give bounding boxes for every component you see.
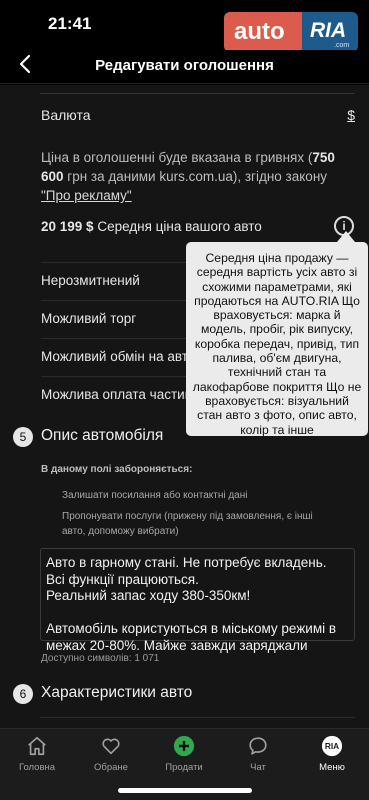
chars-left: Доступно символів: 1 071 <box>41 653 160 664</box>
tooltip-arrow <box>337 231 355 242</box>
average-price-tooltip: Середня ціна продажу — середня вартість … <box>186 242 368 437</box>
tab-favorites-label: Обране <box>94 762 128 773</box>
tab-home[interactable]: Головна <box>2 735 72 773</box>
currency-label: Валюта <box>41 107 91 123</box>
tab-menu[interactable]: RIA Меню <box>297 735 367 773</box>
logo-ria-text: RIA <box>302 12 358 52</box>
forbidden-item: Залишати посилання або контактні дані <box>62 490 248 501</box>
divider <box>40 717 355 718</box>
tab-chat-label: Чат <box>250 762 266 773</box>
average-price-amount: 20 199 $ <box>41 219 94 234</box>
logo-auto-text: auto <box>224 12 304 52</box>
tab-sell-label: Продати <box>165 762 203 773</box>
tab-chat[interactable]: Чат <box>223 735 293 773</box>
tab-home-label: Головна <box>18 762 56 773</box>
section-title-characteristics: Характеристики авто <box>41 684 193 701</box>
page-title: Редагувати оголошення <box>95 57 274 74</box>
currency-select[interactable]: $ <box>347 107 355 123</box>
divider <box>40 93 355 94</box>
nav-bar: Редагувати оголошення <box>0 50 369 84</box>
tab-favorites[interactable]: Обране <box>76 735 146 773</box>
tab-sell[interactable]: Продати <box>149 735 219 773</box>
ria-menu-icon: RIA <box>321 735 343 757</box>
section-number-6: 6 <box>13 684 33 704</box>
home-icon <box>28 736 46 756</box>
plus-circle-icon <box>173 735 195 757</box>
heart-icon <box>102 738 120 755</box>
description-text: Авто в гарному стані. Не потребує вкладе… <box>46 555 337 653</box>
home-indicator <box>118 788 252 793</box>
status-time: 21:41 <box>48 14 92 33</box>
tab-menu-label: Меню <box>319 762 345 773</box>
section-title-description: Опис автомобіля <box>41 427 164 444</box>
description-textarea[interactable]: Авто в гарному стані. Не потребує вкладе… <box>40 548 355 653</box>
svg-text:RIA: RIA <box>325 742 339 751</box>
status-bar: 21:41 auto RIA .com <box>0 0 369 52</box>
forbidden-heading: В даному полі забороняється: <box>41 464 193 475</box>
logo-domain-text: .com <box>334 42 350 49</box>
edit-form[interactable]: Валюта $ Ціна в оголошенні буде вказана … <box>0 85 369 728</box>
average-price: 20 199 $ Середня ціна вашого авто <box>41 219 262 234</box>
chat-icon <box>249 737 267 755</box>
forbidden-item: Пропонувати послуги (прижену під замовле… <box>62 511 313 537</box>
advertising-law-link[interactable]: "Про рекламу" <box>41 188 132 203</box>
price-note: Ціна в оголошенні буде вказана в гривнях… <box>41 150 335 203</box>
section-number-5: 5 <box>13 427 33 447</box>
